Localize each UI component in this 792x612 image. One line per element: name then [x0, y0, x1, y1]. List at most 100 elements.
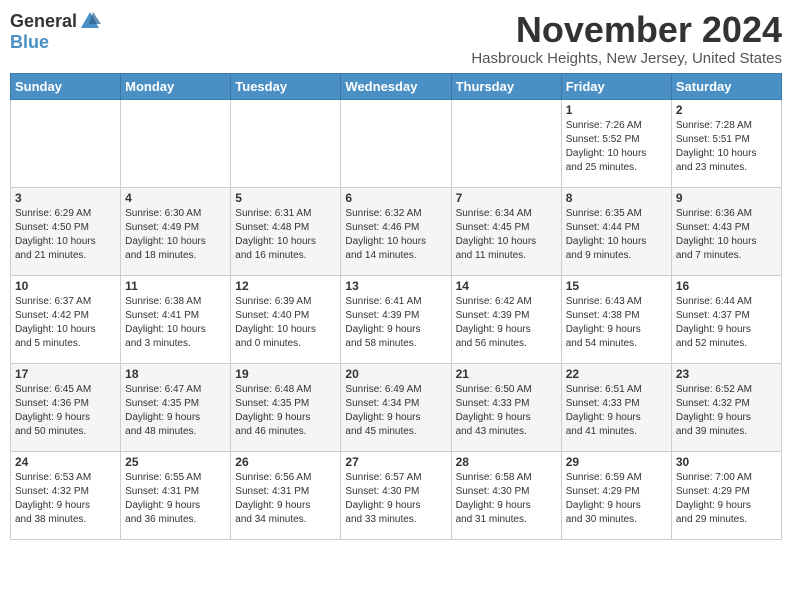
day-number: 15 [566, 279, 667, 293]
day-number: 18 [125, 367, 226, 381]
logo-blue-text: Blue [10, 32, 49, 53]
day-info: Sunrise: 7:26 AMSunset: 5:52 PMDaylight:… [566, 119, 667, 175]
month-title: November 2024 [471, 10, 782, 50]
calendar-cell: 19 Sunrise: 6:48 AMSunset: 4:35 PMDayligh… [231, 363, 341, 451]
calendar-table: SundayMondayTuesdayWednesdayThursdayFrid… [10, 73, 782, 540]
calendar-cell: 1 Sunrise: 7:26 AMSunset: 5:52 PMDaylight… [561, 99, 671, 187]
day-number: 13 [345, 279, 446, 293]
calendar-cell: 17Sunrise: 6:45 AMSunset: 4:36 PMDayligh… [11, 363, 121, 451]
day-info: Sunrise: 6:49 AMSunset: 4:34 PMDaylight:… [345, 383, 446, 439]
day-number: 25 [125, 455, 226, 469]
location-subtitle: Hasbrouck Heights, New Jersey, United St… [471, 50, 782, 67]
calendar-row-2: 10 Sunrise: 6:37 AMSunset: 4:42 PMDayligh… [11, 275, 782, 363]
calendar-cell: 21 Sunrise: 6:50 AMSunset: 4:33 PMDayligh… [451, 363, 561, 451]
calendar-cell: 28Sunrise: 6:58 AMSunset: 4:30 PMDayligh… [451, 451, 561, 539]
page-header: General Blue November 2024 Hasbrouck Hei… [10, 10, 782, 67]
day-number: 2 [676, 103, 777, 117]
day-number: 8 [566, 191, 667, 205]
day-number: 29 [566, 455, 667, 469]
day-number: 1 [566, 103, 667, 117]
day-number: 28 [456, 455, 557, 469]
calendar-cell: 22 Sunrise: 6:51 AMSunset: 4:33 PMDayligh… [561, 363, 671, 451]
day-number: 4 [125, 191, 226, 205]
day-info: Sunrise: 6:37 AMSunset: 4:42 PMDaylight:… [15, 295, 116, 351]
day-info: Sunrise: 6:43 AMSunset: 4:38 PMDaylight:… [566, 295, 667, 351]
calendar-cell: 4 Sunrise: 6:30 AMSunset: 4:49 PMDaylight… [121, 187, 231, 275]
calendar-cell: 6 Sunrise: 6:32 AMSunset: 4:46 PMDaylight… [341, 187, 451, 275]
day-info: Sunrise: 6:36 AMSunset: 4:43 PMDaylight:… [676, 207, 777, 263]
day-info: Sunrise: 6:35 AMSunset: 4:44 PMDaylight:… [566, 207, 667, 263]
day-info: Sunrise: 6:48 AMSunset: 4:35 PMDaylight:… [235, 383, 336, 439]
day-number: 23 [676, 367, 777, 381]
calendar-cell [11, 99, 121, 187]
calendar-cell: 20 Sunrise: 6:49 AMSunset: 4:34 PMDayligh… [341, 363, 451, 451]
calendar-cell: 10 Sunrise: 6:37 AMSunset: 4:42 PMDayligh… [11, 275, 121, 363]
day-info: Sunrise: 6:39 AMSunset: 4:40 PMDaylight:… [235, 295, 336, 351]
calendar-cell: 12 Sunrise: 6:39 AMSunset: 4:40 PMDayligh… [231, 275, 341, 363]
day-info: Sunrise: 6:50 AMSunset: 4:33 PMDaylight:… [456, 383, 557, 439]
day-number: 12 [235, 279, 336, 293]
calendar-cell: 23 Sunrise: 6:52 AMSunset: 4:32 PMDayligh… [671, 363, 781, 451]
calendar-cell: 25 Sunrise: 6:55 AMSunset: 4:31 PMDayligh… [121, 451, 231, 539]
calendar-header-row: SundayMondayTuesdayWednesdayThursdayFrid… [11, 73, 782, 99]
day-number: 30 [676, 455, 777, 469]
day-number: 10 [15, 279, 116, 293]
weekday-header-monday: Monday [121, 73, 231, 99]
calendar-cell: 15 Sunrise: 6:43 AMSunset: 4:38 PMDayligh… [561, 275, 671, 363]
day-info: Sunrise: 6:44 AMSunset: 4:37 PMDaylight:… [676, 295, 777, 351]
day-info: Sunrise: 6:52 AMSunset: 4:32 PMDaylight:… [676, 383, 777, 439]
calendar-cell [341, 99, 451, 187]
day-info: Sunrise: 6:57 AMSunset: 4:30 PMDaylight:… [345, 471, 446, 527]
weekday-header-wednesday: Wednesday [341, 73, 451, 99]
day-info: Sunrise: 6:38 AMSunset: 4:41 PMDaylight:… [125, 295, 226, 351]
weekday-header-friday: Friday [561, 73, 671, 99]
day-number: 9 [676, 191, 777, 205]
day-info: Sunrise: 6:30 AMSunset: 4:49 PMDaylight:… [125, 207, 226, 263]
day-info: Sunrise: 7:00 AMSunset: 4:29 PMDaylight:… [676, 471, 777, 527]
day-number: 20 [345, 367, 446, 381]
logo: General Blue [10, 10, 101, 53]
day-info: Sunrise: 6:51 AMSunset: 4:33 PMDaylight:… [566, 383, 667, 439]
day-number: 19 [235, 367, 336, 381]
logo-icon [79, 10, 101, 32]
day-number: 11 [125, 279, 226, 293]
calendar-cell: 5 Sunrise: 6:31 AMSunset: 4:48 PMDaylight… [231, 187, 341, 275]
day-number: 26 [235, 455, 336, 469]
day-number: 6 [345, 191, 446, 205]
day-info: Sunrise: 6:34 AMSunset: 4:45 PMDaylight:… [456, 207, 557, 263]
day-number: 24 [15, 455, 116, 469]
calendar-cell: 7 Sunrise: 6:34 AMSunset: 4:45 PMDaylight… [451, 187, 561, 275]
calendar-cell: 26 Sunrise: 6:56 AMSunset: 4:31 PMDayligh… [231, 451, 341, 539]
day-info: Sunrise: 6:53 AMSunset: 4:32 PMDaylight:… [15, 471, 116, 527]
day-number: 17 [15, 367, 116, 381]
calendar-cell: 3Sunrise: 6:29 AMSunset: 4:50 PMDaylight… [11, 187, 121, 275]
calendar-cell: 11 Sunrise: 6:38 AMSunset: 4:41 PMDayligh… [121, 275, 231, 363]
calendar-cell: 29Sunrise: 6:59 AMSunset: 4:29 PMDayligh… [561, 451, 671, 539]
calendar-cell: 18 Sunrise: 6:47 AMSunset: 4:35 PMDayligh… [121, 363, 231, 451]
day-info: Sunrise: 6:42 AMSunset: 4:39 PMDaylight:… [456, 295, 557, 351]
weekday-header-sunday: Sunday [11, 73, 121, 99]
weekday-header-saturday: Saturday [671, 73, 781, 99]
day-info: Sunrise: 6:47 AMSunset: 4:35 PMDaylight:… [125, 383, 226, 439]
day-info: Sunrise: 6:31 AMSunset: 4:48 PMDaylight:… [235, 207, 336, 263]
day-number: 27 [345, 455, 446, 469]
day-number: 21 [456, 367, 557, 381]
day-number: 14 [456, 279, 557, 293]
calendar-row-0: 1 Sunrise: 7:26 AMSunset: 5:52 PMDaylight… [11, 99, 782, 187]
day-info: Sunrise: 6:41 AMSunset: 4:39 PMDaylight:… [345, 295, 446, 351]
calendar-cell: 16Sunrise: 6:44 AMSunset: 4:37 PMDayligh… [671, 275, 781, 363]
day-number: 7 [456, 191, 557, 205]
day-info: Sunrise: 6:56 AMSunset: 4:31 PMDaylight:… [235, 471, 336, 527]
calendar-cell: 27 Sunrise: 6:57 AMSunset: 4:30 PMDayligh… [341, 451, 451, 539]
calendar-row-4: 24 Sunrise: 6:53 AMSunset: 4:32 PMDayligh… [11, 451, 782, 539]
day-number: 3 [15, 191, 116, 205]
day-info: Sunrise: 6:32 AMSunset: 4:46 PMDaylight:… [345, 207, 446, 263]
calendar-row-1: 3Sunrise: 6:29 AMSunset: 4:50 PMDaylight… [11, 187, 782, 275]
day-number: 22 [566, 367, 667, 381]
calendar-cell: 2Sunrise: 7:28 AMSunset: 5:51 PMDaylight… [671, 99, 781, 187]
calendar-row-3: 17Sunrise: 6:45 AMSunset: 4:36 PMDayligh… [11, 363, 782, 451]
calendar-cell: 14 Sunrise: 6:42 AMSunset: 4:39 PMDayligh… [451, 275, 561, 363]
title-area: November 2024 Hasbrouck Heights, New Jer… [471, 10, 782, 67]
day-number: 5 [235, 191, 336, 205]
day-info: Sunrise: 6:55 AMSunset: 4:31 PMDaylight:… [125, 471, 226, 527]
